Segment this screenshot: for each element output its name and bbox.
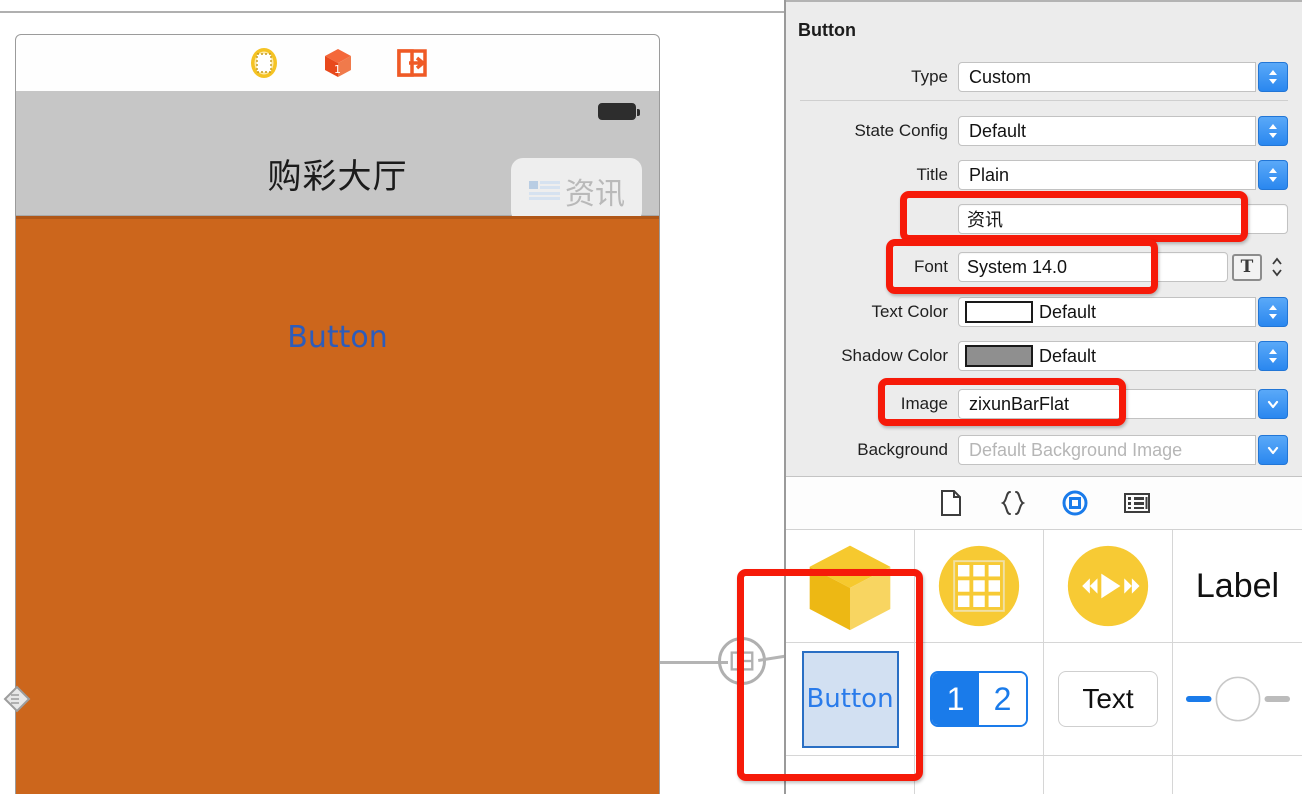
- inspector-row-title-text[interactable]: 资讯: [786, 201, 1302, 237]
- font-picker-icon[interactable]: T: [1232, 253, 1262, 281]
- text-field-object[interactable]: Text: [1044, 643, 1173, 756]
- media-library-tab[interactable]: [1122, 488, 1152, 518]
- image-input[interactable]: zixunBarFlat: [958, 389, 1256, 419]
- progress-view-object[interactable]: [1173, 756, 1302, 794]
- canvas-button-title[interactable]: Button: [16, 320, 659, 355]
- xcode-storyboard-screen: 1 购彩大厅 资讯 Button Button Type Custom Stat…: [0, 0, 1302, 794]
- text-color-swatch[interactable]: [965, 301, 1033, 323]
- file-template-library-tab[interactable]: [936, 488, 966, 518]
- svg-text:1: 1: [334, 63, 341, 76]
- collection-view-object[interactable]: [915, 530, 1044, 643]
- inspector-divider-1: [800, 100, 1288, 101]
- navigation-bar[interactable]: 购彩大厅 资讯: [16, 131, 659, 223]
- text-field-label: Text: [1082, 683, 1134, 714]
- label-object[interactable]: Label: [1173, 530, 1302, 643]
- row-label-shadow-color: Shadow Color: [841, 346, 948, 365]
- inspector-row-type[interactable]: Type Custom: [786, 59, 1302, 95]
- view-controller-icon[interactable]: [247, 46, 281, 80]
- zixun-news-icon: [528, 178, 562, 204]
- player-view-object[interactable]: [1044, 530, 1173, 643]
- view-controller-scene[interactable]: 1 购彩大厅 资讯 Button: [3, 34, 660, 794]
- inspector-section-title: Button: [798, 20, 856, 40]
- row-label-image: Image: [900, 394, 948, 413]
- first-responder-icon[interactable]: 1: [321, 46, 355, 80]
- shadow-color-swatch[interactable]: [965, 345, 1033, 367]
- inspector-row-title[interactable]: Title Plain: [786, 157, 1302, 193]
- activity-indicator-object[interactable]: [915, 756, 1044, 794]
- shadow-color-popup-arrows[interactable]: [1258, 341, 1288, 371]
- object-library-panel[interactable]: Label Button 1 2 Text: [786, 476, 1302, 794]
- button-object[interactable]: Button: [786, 643, 915, 756]
- inspector-row-shadow-color[interactable]: Shadow Color Default: [786, 338, 1302, 374]
- library-object-grid[interactable]: Label Button 1 2 Text: [786, 530, 1302, 794]
- inspector-row-state-config[interactable]: State Config Default: [786, 113, 1302, 149]
- code-snippet-library-tab[interactable]: [998, 488, 1028, 518]
- storyboard-canvas[interactable]: 1 购彩大厅 资讯 Button: [0, 0, 786, 794]
- inspector-row-image[interactable]: Image zixunBarFlat: [786, 386, 1302, 422]
- switch-object[interactable]: [786, 756, 915, 794]
- type-popup-value[interactable]: Custom: [958, 62, 1256, 92]
- title-popup-arrows[interactable]: [1258, 160, 1288, 190]
- segment-one[interactable]: 1: [932, 673, 979, 725]
- font-input[interactable]: System 14.0: [958, 252, 1228, 282]
- shadow-color-value: Default: [1039, 345, 1097, 366]
- slider-object[interactable]: [1173, 643, 1302, 756]
- scene-dock[interactable]: 1: [15, 34, 660, 92]
- row-label-type: Type: [911, 67, 948, 86]
- battery-icon: [598, 103, 640, 120]
- status-bar: [16, 91, 659, 131]
- storyboard-entry-point-arrow: [3, 684, 33, 714]
- object-library-tab[interactable]: [1060, 488, 1090, 518]
- label-object-text: Label: [1195, 566, 1280, 605]
- content-top-edge: [16, 216, 659, 219]
- button-object-preview[interactable]: Button: [801, 650, 899, 748]
- text-color-value: Default: [1039, 301, 1097, 322]
- attributes-inspector[interactable]: Button Type Custom State Config Default: [786, 0, 1302, 476]
- zixun-bar-button[interactable]: 资讯: [511, 158, 642, 223]
- device-preview[interactable]: 购彩大厅 资讯 Button: [15, 91, 660, 794]
- title-popup-value[interactable]: Plain: [958, 160, 1256, 190]
- inspector-row-text-color[interactable]: Text Color Default: [786, 294, 1302, 330]
- segment-two[interactable]: 2: [979, 673, 1026, 725]
- state-config-popup-arrows[interactable]: [1258, 116, 1288, 146]
- state-config-popup-value[interactable]: Default: [958, 116, 1256, 146]
- canvas-top-divider: [0, 11, 786, 13]
- inspector-row-font[interactable]: Font System 14.0 T: [786, 249, 1302, 285]
- text-field-preview[interactable]: Text: [1058, 671, 1158, 727]
- segmented-control-preview[interactable]: 1 2: [930, 671, 1028, 727]
- row-label-title: Title: [916, 165, 949, 184]
- row-label-font: Font: [913, 257, 948, 276]
- type-popup-arrows[interactable]: [1258, 62, 1288, 92]
- segmented-control-object[interactable]: 1 2: [915, 643, 1044, 756]
- background-pulldown-chevron[interactable]: [1258, 435, 1288, 465]
- title-text-input[interactable]: 资讯: [958, 204, 1288, 234]
- row-label-background: Background: [857, 440, 948, 459]
- empty-object[interactable]: [1044, 756, 1173, 794]
- content-view[interactable]: Button: [16, 216, 659, 794]
- row-label-text-color: Text Color: [871, 302, 948, 321]
- view-controller-object[interactable]: [786, 530, 915, 643]
- font-size-stepper[interactable]: [1266, 251, 1288, 283]
- zixun-bar-button-label: 资讯: [565, 176, 625, 212]
- button-object-label: Button: [806, 684, 894, 714]
- image-pulldown-chevron[interactable]: [1258, 389, 1288, 419]
- text-color-popup-arrows[interactable]: [1258, 297, 1288, 327]
- background-input[interactable]: Default Background Image: [958, 435, 1256, 465]
- inspector-row-background[interactable]: Background Default Background Image: [786, 432, 1302, 468]
- exit-icon[interactable]: [395, 46, 429, 80]
- library-tab-bar[interactable]: [786, 477, 1302, 530]
- row-label-state-config: State Config: [854, 121, 948, 140]
